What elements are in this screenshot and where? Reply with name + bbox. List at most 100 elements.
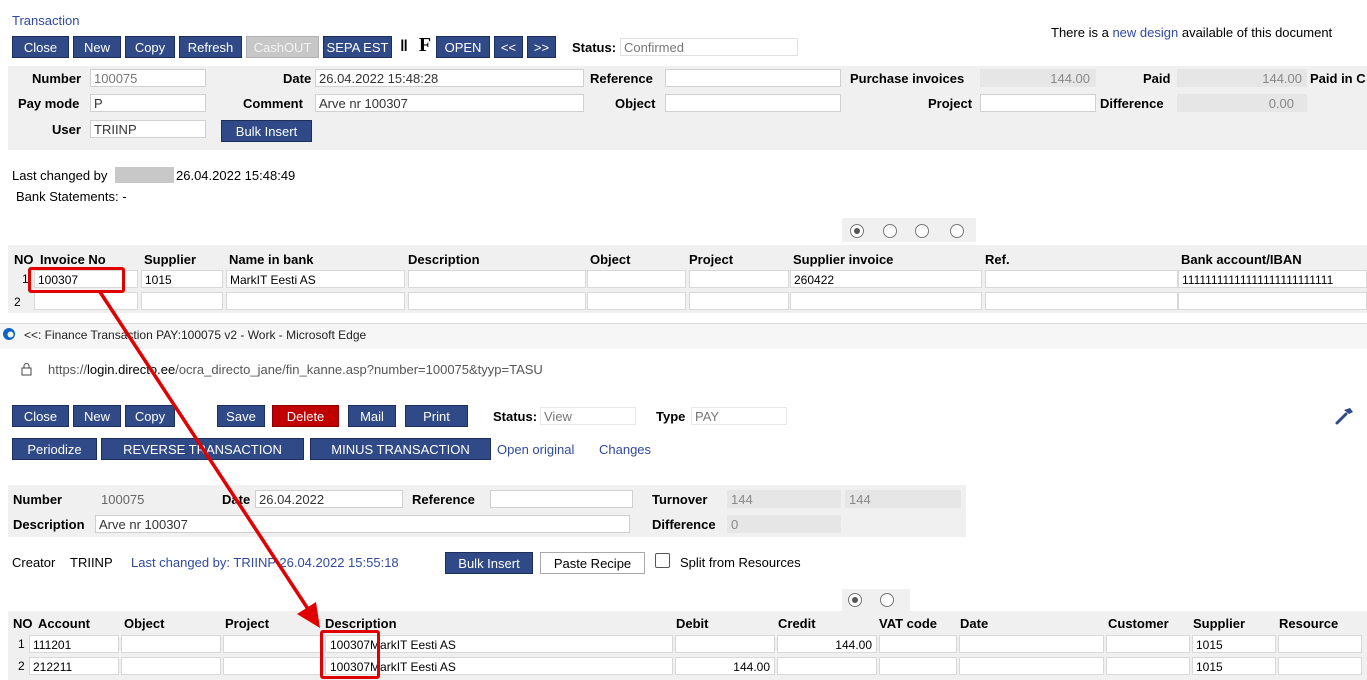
cashout-button[interactable]: CashOUT xyxy=(246,36,319,58)
supplier-invoice-cell[interactable]: 260422 xyxy=(790,270,982,288)
paste-recipe-button[interactable]: Paste Recipe xyxy=(540,552,645,574)
supplier-cell[interactable]: 1015 xyxy=(141,270,223,288)
object-field[interactable] xyxy=(665,94,841,112)
reference-field[interactable] xyxy=(665,69,841,87)
open-original-link[interactable]: Open original xyxy=(497,442,574,457)
view-radio-4[interactable] xyxy=(950,224,964,238)
view-radio-2[interactable] xyxy=(880,593,894,607)
sepa-est-button[interactable]: SEPA EST xyxy=(323,36,392,58)
vat-code-cell[interactable] xyxy=(879,635,957,653)
col-header-vat-code: VAT code xyxy=(879,616,938,631)
periodize-button[interactable]: Periodize xyxy=(12,438,97,460)
minus-transaction-button[interactable]: MINUS TRANSACTION xyxy=(310,438,491,460)
reverse-transaction-button[interactable]: REVERSE TRANSACTION xyxy=(101,438,304,460)
vat-code-cell[interactable] xyxy=(879,657,957,675)
supplier-cell[interactable]: 1015 xyxy=(1192,657,1276,675)
date-cell[interactable] xyxy=(959,635,1104,653)
credit-cell[interactable]: 144.00 xyxy=(777,635,877,653)
account-cell[interactable]: 212211 xyxy=(29,657,119,675)
name-in-bank-cell[interactable] xyxy=(226,292,405,310)
view-radio-1[interactable] xyxy=(848,593,862,607)
iban-cell[interactable] xyxy=(1178,292,1367,310)
view-radio-1[interactable] xyxy=(850,224,864,238)
description-cell[interactable] xyxy=(408,270,586,288)
object-cell[interactable] xyxy=(121,635,221,653)
open-button[interactable]: OPEN xyxy=(436,36,490,58)
new-button[interactable]: New xyxy=(73,36,121,58)
user-field[interactable]: TRIINP xyxy=(90,120,206,138)
difference-field: 0 xyxy=(727,515,841,533)
object-cell[interactable] xyxy=(587,292,686,310)
account-cell[interactable]: 111201 xyxy=(29,635,119,653)
number-field[interactable]: 100075 xyxy=(90,69,206,87)
debit-cell[interactable] xyxy=(675,635,775,653)
comment-label: Comment xyxy=(243,96,303,111)
view-radio-2[interactable] xyxy=(883,224,897,238)
description-cell[interactable] xyxy=(408,292,586,310)
comment-field[interactable]: Arve nr 100307 xyxy=(315,94,584,112)
resource-cell[interactable] xyxy=(1278,657,1362,675)
debit-cell[interactable]: 144.00 xyxy=(675,657,775,675)
reference-field[interactable] xyxy=(490,490,633,508)
resource-cell[interactable] xyxy=(1278,635,1362,653)
object-cell[interactable] xyxy=(121,657,221,675)
supplier-cell[interactable]: 1015 xyxy=(1192,635,1276,653)
copy-button[interactable]: Copy xyxy=(125,405,175,427)
close-button[interactable]: Close xyxy=(12,405,69,427)
project-field[interactable] xyxy=(980,94,1096,112)
project-cell[interactable] xyxy=(689,292,789,310)
prev-button[interactable]: << xyxy=(494,36,523,58)
new-button[interactable]: New xyxy=(73,405,121,427)
name-in-bank-cell[interactable]: MarkIT Eesti AS xyxy=(226,270,405,288)
credit-cell[interactable] xyxy=(777,657,877,675)
col-header-iban: Bank account/IBAN xyxy=(1181,252,1302,267)
bulk-insert-button[interactable]: Bulk Insert xyxy=(445,552,533,574)
date-field[interactable]: 26.04.2022 xyxy=(255,490,403,508)
split-from-resources-checkbox[interactable] xyxy=(655,553,670,568)
lock-icon xyxy=(21,363,32,376)
new-design-link[interactable]: new design xyxy=(1112,25,1178,40)
date-field[interactable]: 26.04.2022 15:48:28 xyxy=(315,69,584,87)
col-header-supplier-invoice: Supplier invoice xyxy=(793,252,894,267)
invoice-no-cell[interactable] xyxy=(34,292,138,310)
changes-link[interactable]: Changes xyxy=(599,442,651,457)
row-number: 2 xyxy=(14,295,21,309)
supplier-invoice-cell[interactable] xyxy=(790,292,982,310)
customer-cell[interactable] xyxy=(1106,657,1190,675)
project-cell[interactable] xyxy=(223,657,322,675)
next-button[interactable]: >> xyxy=(527,36,556,58)
copy-button[interactable]: Copy xyxy=(125,36,175,58)
paymode-field[interactable]: P xyxy=(90,94,206,112)
delete-button[interactable]: Delete xyxy=(272,405,339,427)
mail-button[interactable]: Mail xyxy=(348,405,396,427)
refresh-button[interactable]: Refresh xyxy=(179,36,242,58)
close-button[interactable]: Close xyxy=(12,36,69,58)
hammer-icon[interactable] xyxy=(1334,404,1356,426)
new-design-notice: There is a new design available of this … xyxy=(1051,25,1332,40)
f-button[interactable]: F xyxy=(416,34,434,56)
last-changed-link[interactable]: Last changed by: TRIINP 26.04.2022 15:55… xyxy=(131,555,399,570)
save-button[interactable]: Save xyxy=(217,405,265,427)
customer-cell[interactable] xyxy=(1106,635,1190,653)
ref-cell[interactable] xyxy=(985,270,1178,288)
purchase-invoices-field: 144.00 xyxy=(980,69,1096,87)
url-prefix: https:// xyxy=(48,362,88,377)
project-label: Project xyxy=(928,96,973,111)
bulk-insert-button-top[interactable]: Bulk Insert xyxy=(221,120,312,142)
status-label: Status: xyxy=(493,409,538,424)
print-button[interactable]: Print xyxy=(405,405,468,427)
iban-cell[interactable]: 11111111111111111111111111 xyxy=(1178,270,1367,288)
url-field[interactable]: https://login.directo.ee/ocra_directo_ja… xyxy=(48,362,543,377)
object-cell[interactable] xyxy=(587,270,686,288)
view-radio-3[interactable] xyxy=(915,224,929,238)
description-field[interactable]: Arve nr 100307 xyxy=(95,515,630,533)
col-header-object: Object xyxy=(124,616,165,631)
date-cell[interactable] xyxy=(959,657,1104,675)
project-cell[interactable] xyxy=(689,270,789,288)
project-cell[interactable] xyxy=(223,635,322,653)
window-title[interactable]: Transaction xyxy=(12,13,79,28)
col-header-debit: Debit xyxy=(676,616,709,631)
attachment-icon[interactable]: ‖ xyxy=(395,36,413,58)
ref-cell[interactable] xyxy=(985,292,1178,310)
supplier-cell[interactable] xyxy=(141,292,223,310)
